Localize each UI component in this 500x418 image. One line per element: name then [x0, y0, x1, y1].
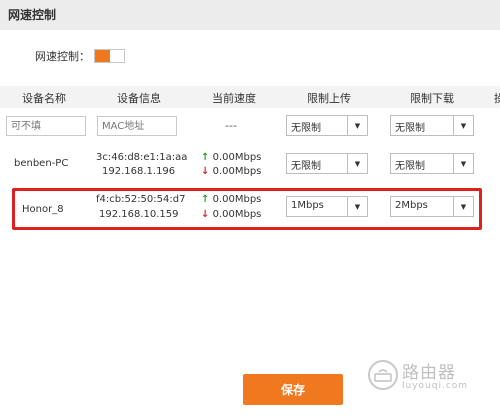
- chevron-down-icon: ▼: [347, 197, 367, 216]
- chevron-down-icon: ▼: [453, 197, 473, 216]
- upload-limit-select[interactable]: 1Mbps ▼: [286, 196, 368, 217]
- speed-control-label: 网速控制：: [35, 50, 90, 63]
- chevron-down-icon: ▼: [453, 116, 473, 135]
- watermark: 路由器 luyouqi.com: [368, 358, 468, 391]
- download-speed: ↓ 0.00Mbps: [201, 209, 261, 220]
- download-limit-value: 2Mbps: [395, 200, 428, 211]
- toggle-knob: [95, 50, 110, 62]
- current-speed-placeholder: ---: [225, 119, 237, 132]
- device-ip: 192.168.10.159: [99, 209, 179, 220]
- upload-limit-select[interactable]: 无限制 ▼: [286, 115, 368, 136]
- table-header: 设备名称 设备信息 当前速度 限制上传 限制下载 操: [0, 86, 500, 108]
- router-logo-icon: [368, 359, 398, 390]
- column-device-name: 设备名称: [22, 92, 66, 105]
- column-action: 操: [494, 92, 500, 105]
- watermark-en: luyouqi.com: [402, 381, 469, 391]
- chevron-down-icon: ▼: [453, 154, 473, 173]
- arrow-up-icon: ↑: [201, 194, 210, 205]
- page-title: 网速控制: [8, 8, 57, 22]
- chevron-down-icon: ▼: [347, 116, 367, 135]
- speed-control-toggle-row: 网速控制：: [35, 48, 125, 64]
- page-header: 网速控制: [0, 0, 500, 30]
- upload-speed-value: 0.00Mbps: [212, 152, 262, 163]
- device-ip: 192.168.1.196: [102, 166, 176, 177]
- column-current-speed: 当前速度: [212, 92, 256, 105]
- download-limit-select[interactable]: 2Mbps ▼: [390, 196, 474, 217]
- device-name: Honor_8: [22, 204, 64, 215]
- upload-limit-value: 1Mbps: [291, 200, 324, 211]
- device-name: benben-PC: [14, 158, 69, 169]
- column-device-info: 设备信息: [117, 92, 161, 105]
- download-speed-value: 0.00Mbps: [212, 166, 262, 177]
- column-upload-limit: 限制上传: [307, 92, 351, 105]
- upload-limit-value: 无限制: [291, 123, 321, 134]
- arrow-up-icon: ↑: [201, 152, 210, 163]
- download-speed: ↓ 0.00Mbps: [201, 166, 261, 177]
- upload-limit-value: 无限制: [291, 161, 321, 172]
- download-limit-select[interactable]: 无限制 ▼: [390, 115, 474, 136]
- save-button[interactable]: 保存: [243, 374, 343, 405]
- device-mac: 3c:46:d8:e1:1a:aa: [96, 152, 188, 163]
- download-limit-select[interactable]: 无限制 ▼: [390, 153, 474, 174]
- upload-limit-select[interactable]: 无限制 ▼: [286, 153, 368, 174]
- arrow-down-icon: ↓: [201, 166, 210, 177]
- watermark-cn: 路由器: [402, 363, 456, 383]
- chevron-down-icon: ▼: [347, 154, 367, 173]
- column-download-limit: 限制下载: [410, 92, 454, 105]
- download-speed-value: 0.00Mbps: [212, 209, 262, 220]
- arrow-down-icon: ↓: [201, 209, 210, 220]
- upload-speed-value: 0.00Mbps: [212, 194, 262, 205]
- download-limit-value: 无限制: [395, 161, 425, 172]
- mac-address-input[interactable]: [97, 116, 177, 136]
- upload-speed: ↑ 0.00Mbps: [201, 152, 261, 163]
- speed-control-toggle[interactable]: [94, 49, 125, 63]
- upload-speed: ↑ 0.00Mbps: [201, 194, 261, 205]
- device-mac: f4:cb:52:50:54:d7: [96, 194, 186, 205]
- download-limit-value: 无限制: [395, 123, 425, 134]
- device-name-input[interactable]: [6, 116, 86, 136]
